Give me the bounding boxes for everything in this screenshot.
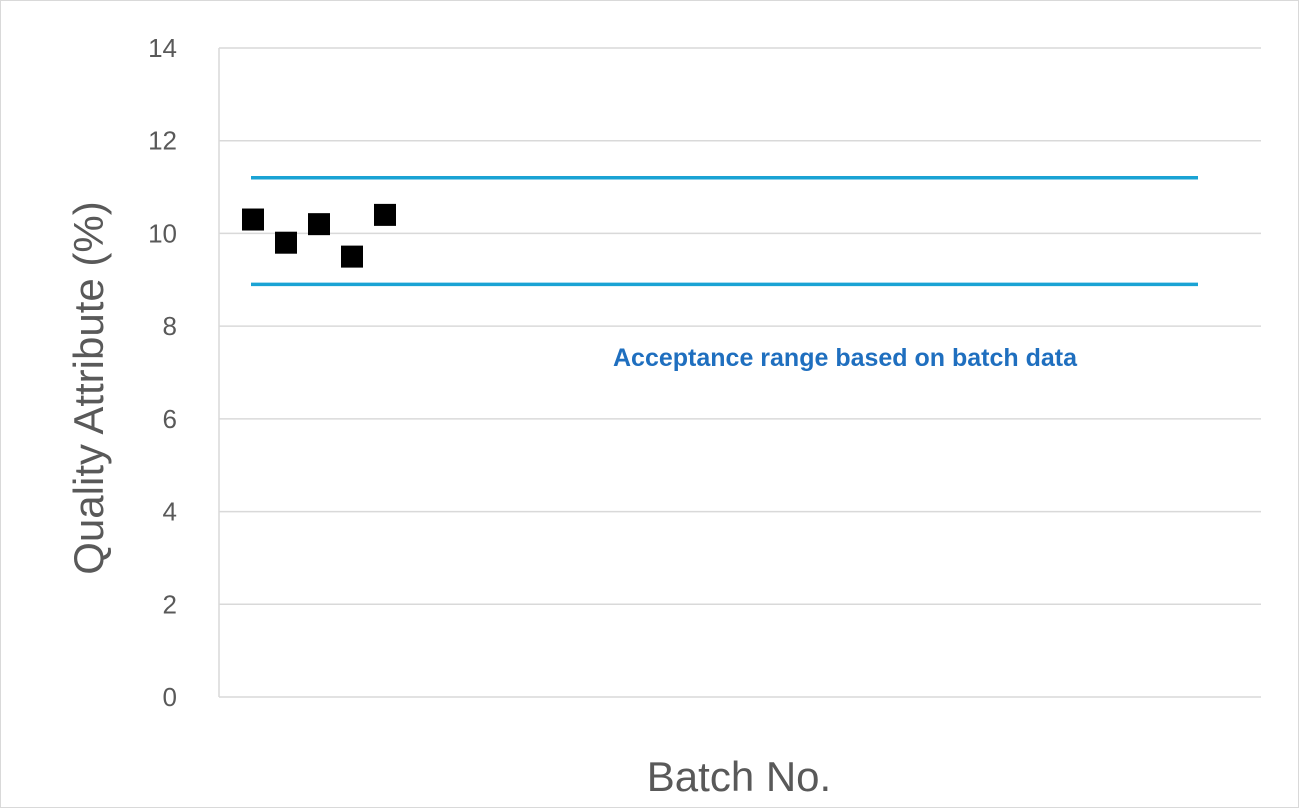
x-axis-title: Batch No. xyxy=(647,753,831,800)
data-point-batch-4 xyxy=(341,245,363,268)
y-tick-label-8: 8 xyxy=(163,311,177,341)
chart-svg: 0 2 4 6 8 10 12 14 Quality Attribute (%) Batch … xyxy=(65,33,1261,800)
gridlines xyxy=(219,47,1261,606)
y-tick-label-10: 10 xyxy=(148,218,177,248)
data-point-batch-3 xyxy=(308,213,330,236)
data-points xyxy=(242,203,396,268)
data-point-batch-2 xyxy=(275,231,297,254)
chart-frame: 0 2 4 6 8 10 12 14 Quality Attribute (%) Batch … xyxy=(0,0,1299,808)
acceptance-range-lines xyxy=(251,176,1198,287)
y-tick-label-2: 2 xyxy=(163,589,177,619)
y-tick-label-6: 6 xyxy=(163,404,177,434)
axes xyxy=(218,48,1261,698)
y-axis-title: Quality Attribute (%) xyxy=(65,201,112,574)
y-tick-label-12: 12 xyxy=(148,126,177,156)
data-point-batch-5 xyxy=(374,203,396,226)
y-tick-label-0: 0 xyxy=(163,682,177,712)
y-tick-labels: 0 2 4 6 8 10 12 14 xyxy=(148,33,177,712)
y-tick-label-14: 14 xyxy=(148,33,177,63)
acceptance-range-annotation: Acceptance range based on batch data xyxy=(613,344,1078,372)
data-point-batch-1 xyxy=(242,208,264,231)
y-tick-label-4: 4 xyxy=(163,497,177,527)
